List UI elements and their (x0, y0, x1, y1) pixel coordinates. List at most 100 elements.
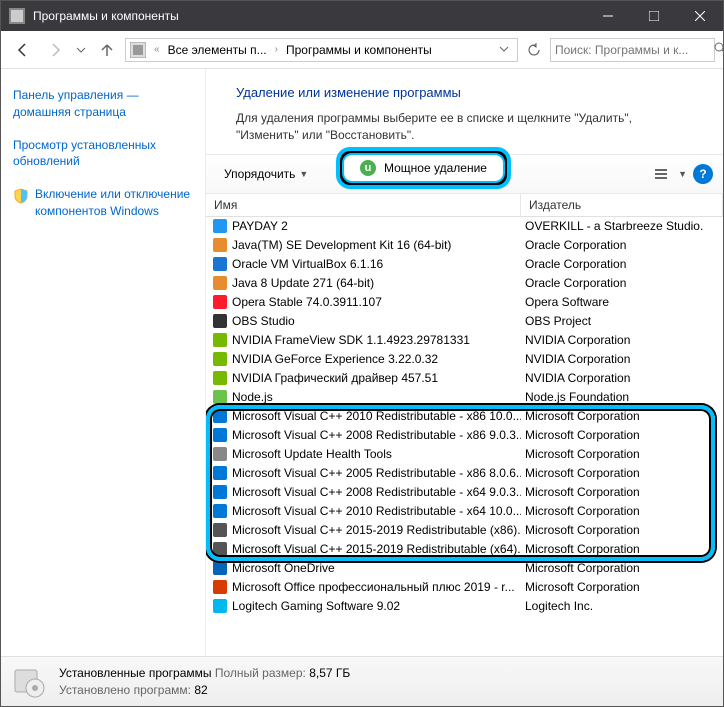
program-name: NVIDIA Графический драйвер 457.51 (232, 371, 438, 385)
program-row[interactable]: Microsoft Update Health ToolsMicrosoft C… (206, 445, 723, 464)
program-icon (212, 294, 228, 310)
program-name: Microsoft Visual C++ 2015-2019 Redistrib… (232, 523, 521, 537)
program-icon (212, 465, 228, 481)
program-list[interactable]: PAYDAY 2OVERKILL - a Starbreeze Studio.J… (206, 217, 723, 656)
refresh-button[interactable] (522, 38, 546, 62)
program-name: Node.js (232, 390, 273, 404)
program-icon (212, 579, 228, 595)
annotation-highlight: u Мощное удаление (336, 147, 511, 189)
powerful-uninstall-button[interactable]: u Мощное удаление (342, 153, 505, 183)
program-name: Logitech Gaming Software 9.02 (232, 599, 400, 613)
help-button[interactable]: ? (693, 164, 713, 184)
program-icon (212, 522, 228, 538)
program-publisher: Microsoft Corporation (521, 466, 723, 480)
iobit-icon: u (360, 160, 376, 176)
program-row[interactable]: Oracle VM VirtualBox 6.1.16Oracle Corpor… (206, 255, 723, 274)
program-row[interactable]: Microsoft Visual C++ 2005 Redistributabl… (206, 464, 723, 483)
program-icon (212, 389, 228, 405)
page-description: Для удаления программы выберите ее в спи… (236, 110, 693, 144)
column-publisher[interactable]: Издатель (521, 194, 723, 216)
programs-icon (11, 664, 47, 700)
breadcrumb-item[interactable]: Программы и компоненты (286, 43, 432, 57)
program-icon (212, 370, 228, 386)
program-name: Microsoft Office профессиональный плюс 2… (232, 580, 515, 594)
chevron-icon[interactable]: « (152, 44, 162, 55)
main-content: Удаление или изменение программы Для уда… (206, 69, 723, 656)
program-publisher: Oracle Corporation (521, 257, 723, 271)
recent-dropdown[interactable] (73, 36, 89, 64)
statusbar: Установленные программы Полный размер: 8… (1, 656, 723, 706)
program-name: NVIDIA GeForce Experience 3.22.0.32 (232, 352, 438, 366)
program-publisher: Microsoft Corporation (521, 542, 723, 556)
program-icon (212, 218, 228, 234)
program-icon (212, 598, 228, 614)
program-row[interactable]: NVIDIA FrameView SDK 1.1.4923.29781331NV… (206, 331, 723, 350)
program-publisher: NVIDIA Corporation (521, 352, 723, 366)
close-button[interactable] (677, 1, 723, 31)
window-title: Программы и компоненты (33, 9, 585, 23)
program-publisher: Opera Software (521, 295, 723, 309)
address-dropdown[interactable] (495, 43, 513, 57)
program-row[interactable]: Microsoft Visual C++ 2015-2019 Redistrib… (206, 521, 723, 540)
program-row[interactable]: OBS StudioOBS Project (206, 312, 723, 331)
program-row[interactable]: Microsoft Visual C++ 2010 Redistributabl… (206, 502, 723, 521)
program-icon (212, 313, 228, 329)
sidebar-link-features[interactable]: Включение или отключение компонентов Win… (13, 186, 193, 220)
program-row[interactable]: Microsoft Visual C++ 2015-2019 Redistrib… (206, 540, 723, 559)
search-icon (714, 42, 724, 57)
program-name: Java(TM) SE Development Kit 16 (64-bit) (232, 238, 451, 252)
program-icon (212, 408, 228, 424)
minimize-button[interactable] (585, 1, 631, 31)
program-row[interactable]: NVIDIA GeForce Experience 3.22.0.32 NVIDI… (206, 350, 723, 369)
view-button[interactable] (650, 163, 672, 185)
program-icon (212, 351, 228, 367)
program-name: Microsoft Visual C++ 2010 Redistributabl… (232, 409, 521, 423)
program-name: Microsoft OneDrive (232, 561, 335, 575)
program-row[interactable]: Java 8 Update 271 (64-bit)Oracle Corpora… (206, 274, 723, 293)
page-heading: Удаление или изменение программы (236, 85, 693, 100)
list-header: Имя Издатель (206, 194, 723, 217)
program-publisher: OBS Project (521, 314, 723, 328)
program-name: Microsoft Visual C++ 2010 Redistributabl… (232, 504, 521, 518)
forward-button[interactable] (41, 36, 69, 64)
program-row[interactable]: PAYDAY 2OVERKILL - a Starbreeze Studio. (206, 217, 723, 236)
program-name: Opera Stable 74.0.3911.107 (232, 295, 382, 309)
program-row[interactable]: NVIDIA Графический драйвер 457.51NVIDIA … (206, 369, 723, 388)
back-button[interactable] (9, 36, 37, 64)
search-input[interactable] (555, 43, 710, 57)
sidebar-link-home[interactable]: Панель управления — домашняя страница (13, 87, 193, 121)
program-row[interactable]: Microsoft Visual C++ 2008 Redistributabl… (206, 426, 723, 445)
program-icon (212, 427, 228, 443)
program-row[interactable]: Microsoft OneDriveMicrosoft Corporation (206, 559, 723, 578)
sidebar-link-updates[interactable]: Просмотр установленных обновлений (13, 137, 193, 171)
program-row[interactable]: Logitech Gaming Software 9.02 Logitech In… (206, 597, 723, 616)
program-publisher: Microsoft Corporation (521, 580, 723, 594)
program-row[interactable]: Microsoft Visual C++ 2008 Redistributabl… (206, 483, 723, 502)
program-icon (212, 503, 228, 519)
program-icon (212, 332, 228, 348)
program-row[interactable]: Java(TM) SE Development Kit 16 (64-bit) O… (206, 236, 723, 255)
program-icon (212, 275, 228, 291)
program-row[interactable]: Node.jsNode.js Foundation (206, 388, 723, 407)
location-icon (130, 42, 146, 58)
program-row[interactable]: Microsoft Visual C++ 2010 Redistributabl… (206, 407, 723, 426)
program-row[interactable]: Microsoft Office профессиональный плюс 2… (206, 578, 723, 597)
program-publisher: Oracle Corporation (521, 238, 723, 252)
organize-button[interactable]: Упорядочить ▼ (216, 161, 316, 187)
column-name[interactable]: Имя (206, 194, 521, 216)
program-name: NVIDIA FrameView SDK 1.1.4923.29781331 (232, 333, 470, 347)
program-name: Microsoft Visual C++ 2008 Redistributabl… (232, 485, 521, 499)
titlebar: Программы и компоненты (1, 1, 723, 31)
breadcrumb-item[interactable]: Все элементы п... (168, 43, 267, 57)
search-box[interactable] (550, 38, 715, 62)
program-name: Java 8 Update 271 (64-bit) (232, 276, 374, 290)
program-publisher: Microsoft Corporation (521, 428, 723, 442)
program-row[interactable]: Opera Stable 74.0.3911.107 Opera Software (206, 293, 723, 312)
program-publisher: Microsoft Corporation (521, 504, 723, 518)
chevron-down-icon[interactable]: ▼ (678, 169, 687, 179)
address-bar[interactable]: « Все элементы п... › Программы и компон… (125, 38, 518, 62)
up-button[interactable] (93, 36, 121, 64)
maximize-button[interactable] (631, 1, 677, 31)
program-publisher: Logitech Inc. (521, 599, 723, 613)
chevron-right-icon[interactable]: › (273, 44, 280, 55)
